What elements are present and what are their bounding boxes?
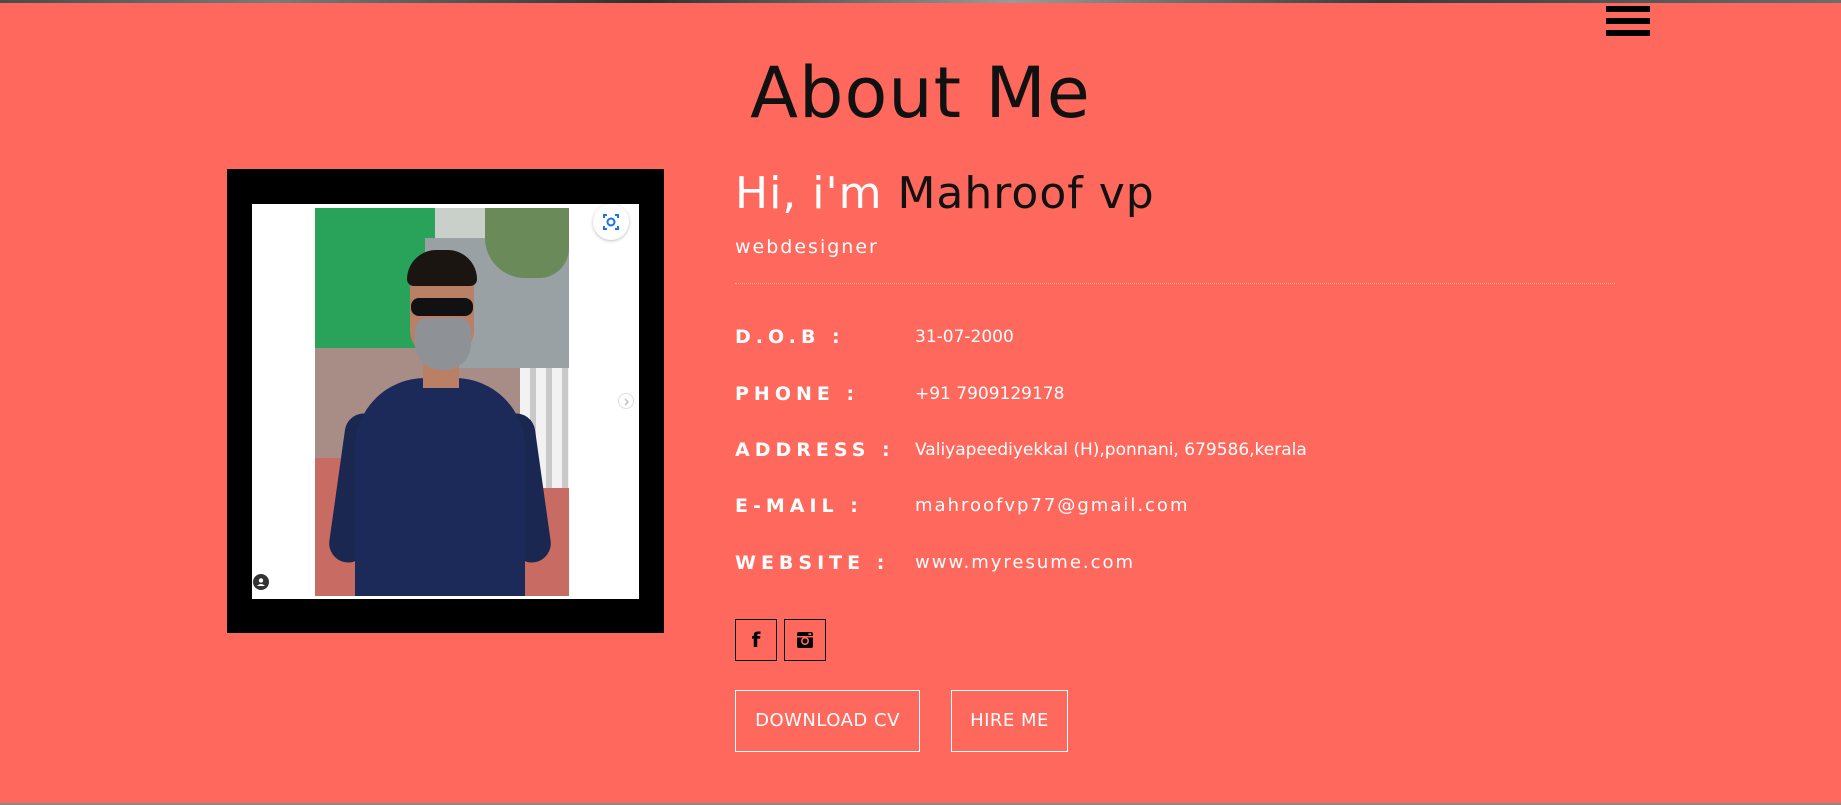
download-cv-button[interactable]: DOWNLOAD CV bbox=[735, 690, 920, 752]
facebook-icon: f bbox=[751, 628, 761, 652]
detail-value: +91 7909129178 bbox=[915, 384, 1065, 404]
detail-row-email: E-MAIL : mahroofvp77@gmail.com bbox=[735, 492, 1615, 520]
detail-row-website: WEBSITE : www.myresume.com bbox=[735, 549, 1615, 577]
hire-me-button[interactable]: HIRE ME bbox=[951, 690, 1068, 752]
instagram-button[interactable] bbox=[784, 619, 826, 661]
detail-value: mahroofvp77@gmail.com bbox=[915, 495, 1190, 516]
next-image-button[interactable] bbox=[618, 393, 634, 409]
top-image-strip bbox=[0, 0, 1841, 3]
instagram-icon bbox=[797, 632, 813, 648]
greeting-heading: Hi, i'm Mahroof vp bbox=[735, 166, 1155, 222]
user-glyph bbox=[257, 578, 265, 586]
divider bbox=[735, 283, 1615, 284]
lens-search-icon bbox=[603, 214, 619, 230]
section-title: About Me bbox=[750, 52, 1091, 134]
profile-role: webdesigner bbox=[735, 236, 879, 258]
user-icon[interactable] bbox=[253, 574, 269, 590]
detail-value: www.myresume.com bbox=[915, 552, 1136, 573]
detail-label: ADDRESS : bbox=[735, 439, 895, 461]
photo-sunglasses bbox=[411, 298, 473, 316]
lens-search-button[interactable] bbox=[593, 204, 629, 240]
detail-value: Valiyapeediyekkal (H),ponnani, 679586,ke… bbox=[915, 440, 1307, 460]
hamburger-bar bbox=[1606, 30, 1650, 36]
detail-row-address: ADDRESS : Valiyapeediyekkal (H),ponnani,… bbox=[735, 436, 1615, 464]
photo-viewer bbox=[252, 204, 639, 599]
photo-face-mask bbox=[415, 318, 471, 370]
profile-name: Mahroof vp bbox=[897, 168, 1155, 219]
photo-trees bbox=[485, 208, 569, 278]
profile-photo bbox=[315, 208, 569, 596]
detail-value: 31-07-2000 bbox=[915, 327, 1014, 347]
detail-label: E-MAIL : bbox=[735, 495, 863, 517]
menu-button[interactable] bbox=[1604, 2, 1652, 40]
detail-label: PHONE : bbox=[735, 383, 860, 405]
greeting-text: Hi, i'm bbox=[735, 168, 883, 219]
about-page: About Me Hi, i'm Mahroof vp webdesigner … bbox=[0, 0, 1841, 805]
chevron-right-icon bbox=[624, 398, 629, 406]
photo-torso bbox=[355, 378, 525, 596]
detail-row-phone: PHONE : +91 7909129178 bbox=[735, 380, 1615, 408]
hamburger-bar bbox=[1606, 18, 1650, 24]
hamburger-menu-icon bbox=[1606, 6, 1650, 12]
carousel-dots bbox=[438, 586, 452, 590]
detail-label: WEBSITE : bbox=[735, 552, 890, 574]
facebook-button[interactable]: f bbox=[735, 619, 777, 661]
profile-photo-frame bbox=[227, 169, 664, 633]
detail-row-dob: D.O.B : 31-07-2000 bbox=[735, 323, 1615, 351]
detail-label: D.O.B : bbox=[735, 326, 845, 348]
